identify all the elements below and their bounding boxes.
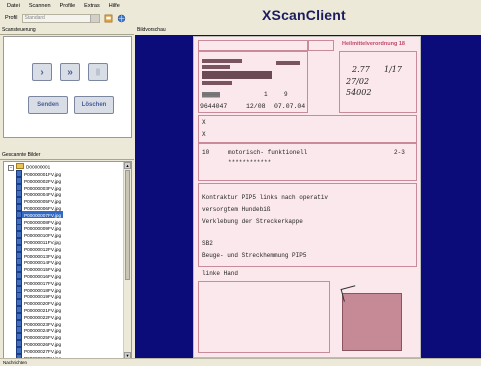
prescription-form-image: Heilmittelverordnung 18 ▓▓▓▓▓▓ 1 9 96440… [194, 37, 420, 357]
scanned-images-panel: Gescannte Bilder − D00000001 P00000001FV.… [0, 151, 134, 360]
menu-bar: Datei Scannen Profile Extras Hilfe [0, 0, 481, 11]
therapy-stars: ************ [228, 159, 272, 166]
menu-profile[interactable]: Profile [60, 3, 76, 9]
delete-button[interactable]: Löschen [74, 96, 114, 114]
insurance-number: ▓▓▓▓▓▓ [202, 92, 221, 98]
handwritten-value: 1/17 [384, 65, 402, 74]
scan-button[interactable]: › [32, 63, 52, 81]
preview-panel: Bildvorschau Heilmittelverordnung 18 ▓▓▓… [135, 26, 481, 358]
tree-root-label: D00000001 [26, 164, 51, 170]
diagnosis-line-1: Kontraktur PIP5 links nach operativ [202, 194, 329, 201]
profile-value: Standard [24, 15, 45, 21]
redacted-address [202, 81, 232, 85]
form-field [198, 40, 308, 51]
profile-select[interactable]: Standard [21, 13, 100, 23]
therapy-frequency: 2-3 [394, 149, 405, 156]
tree-root[interactable]: − D00000001 [8, 163, 51, 171]
count-1: 1 [264, 91, 268, 98]
checkbox-section [198, 115, 417, 143]
panel-title: Scansteuerung [0, 26, 134, 35]
menu-hilfe[interactable]: Hilfe [109, 3, 120, 9]
scroll-up-icon[interactable]: ▲ [124, 162, 131, 169]
scan-continuous-button[interactable]: » [60, 63, 80, 81]
diagnosis-line-3: Verklebung der Streckerkappe [202, 218, 303, 225]
side-note: linke Hand [202, 270, 239, 277]
chevron-down-icon[interactable] [89, 14, 99, 22]
image-tree[interactable]: − D00000001 P00000001FV.jpg P00000002FV.jp… [3, 161, 132, 360]
diagnosis-line-2: versorgtem Hundebiß [202, 206, 271, 213]
diagnosis-code: SB2 [202, 240, 213, 247]
redacted-name [202, 59, 242, 63]
form-title: Heilmittelverordnung 18 [342, 41, 405, 47]
menu-extras[interactable]: Extras [84, 3, 100, 9]
folder-icon [16, 163, 24, 169]
menu-datei[interactable]: Datei [7, 3, 20, 9]
send-button[interactable]: Senden [28, 96, 68, 114]
scan-control-panel: Scansteuerung › » || Senden Löschen [0, 26, 134, 141]
scroll-thumb[interactable] [125, 170, 130, 280]
handwritten-date: 27/02 [346, 77, 370, 86]
preview-title: Bildvorschau [137, 27, 166, 33]
panel-title: Gescannte Bilder [0, 151, 134, 160]
therapy-number: 10 [202, 149, 210, 156]
pause-button[interactable]: || [88, 63, 108, 81]
period: 12/08 [246, 103, 266, 110]
app-window: Datei Scannen Profile Extras Hilfe Profi… [0, 0, 481, 366]
menu-scannen[interactable]: Scannen [29, 3, 51, 9]
globe-icon[interactable] [117, 14, 126, 23]
treatment-goal: Beuge- und Streckhemmung PIP5 [202, 252, 307, 259]
expand-icon[interactable]: − [8, 164, 14, 171]
count-2: 9 [284, 91, 288, 98]
tree-scrollbar[interactable]: ▲ ▼ [123, 162, 131, 359]
redacted-id [276, 61, 300, 65]
toolbar: Profil Standard [0, 11, 481, 25]
bottom-section [198, 281, 330, 353]
checkbox-mark: X [202, 131, 206, 138]
issue-date: 07.07.04 [274, 103, 306, 110]
redacted-name [202, 65, 230, 69]
checkbox-mark: X [202, 119, 206, 126]
profile-label: Profil [5, 15, 18, 21]
form-field [308, 40, 334, 51]
doctor-stamp [342, 293, 402, 351]
therapy-type: motorisch- funktionell [228, 149, 308, 156]
app-title: XScanClient [262, 7, 346, 23]
scan-profile-icon[interactable] [104, 14, 113, 23]
handwritten-code: 54002 [346, 88, 372, 97]
doctor-id: 9644047 [200, 103, 228, 110]
redacted-address [202, 71, 272, 79]
handwritten-value: 2.77 [352, 65, 370, 74]
preview-area[interactable]: Heilmittelverordnung 18 ▓▓▓▓▓▓ 1 9 96440… [135, 35, 481, 358]
scan-control-box: › » || Senden Löschen [3, 36, 132, 138]
